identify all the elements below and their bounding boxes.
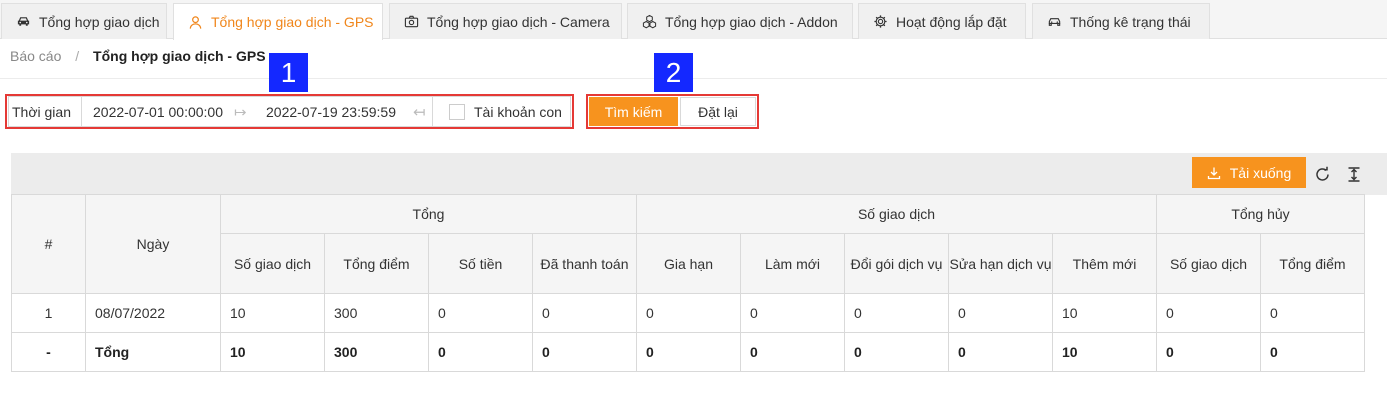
table-cell: 0 bbox=[844, 332, 949, 372]
col-header-date: Ngày bbox=[85, 194, 221, 294]
tab-tong-hop-giao-dich-camera[interactable]: Tổng hợp giao dịch - Camera bbox=[389, 3, 622, 39]
col-header: Tổng điểm bbox=[324, 233, 429, 294]
breadcrumb: Báo cáo / Tổng hợp giao dịch - GPS bbox=[10, 48, 266, 64]
tab-label: Tổng hợp giao dịch - GPS bbox=[211, 14, 374, 30]
table-cell: 10 bbox=[220, 332, 325, 372]
group-header-cancelled: Tổng hủy bbox=[1156, 194, 1365, 234]
table-cell: 10 bbox=[220, 293, 325, 333]
breadcrumb-root[interactable]: Báo cáo bbox=[10, 48, 61, 64]
arrow-left-icon: ↤ bbox=[413, 103, 426, 121]
col-header-index: # bbox=[11, 194, 86, 294]
breadcrumb-separator: / bbox=[75, 48, 80, 64]
table-cell: 10 bbox=[1052, 332, 1157, 372]
arrow-right-icon: ↦ bbox=[234, 103, 247, 121]
transactions-table: # Ngày Tổng Số giao dịch Tổng hủy Số gia… bbox=[11, 194, 1365, 372]
start-date-input[interactable]: 2022-07-01 00:00:00 bbox=[82, 104, 234, 120]
col-header: Làm mới bbox=[740, 233, 845, 294]
sub-account-option[interactable]: Tài khoản con bbox=[432, 97, 562, 126]
refresh-icon[interactable] bbox=[1313, 165, 1331, 183]
user-icon bbox=[187, 14, 203, 30]
download-label: Tải xuống bbox=[1229, 164, 1292, 181]
reset-button[interactable]: Đặt lại bbox=[680, 97, 756, 126]
search-button[interactable]: Tìm kiếm bbox=[589, 97, 678, 126]
download-button[interactable]: Tải xuống bbox=[1192, 157, 1306, 188]
col-header: Đổi gói dịch vụ bbox=[844, 233, 949, 294]
table-cell: 0 bbox=[948, 293, 1053, 333]
table-cell: 300 bbox=[324, 293, 429, 333]
table-cell: 1 bbox=[11, 293, 86, 333]
col-header: Số giao dịch bbox=[220, 233, 325, 294]
col-header: Đã thanh toán bbox=[532, 233, 637, 294]
tab-label: Hoạt động lắp đặt bbox=[896, 13, 1007, 30]
car-icon bbox=[15, 14, 31, 30]
table-cell: 0 bbox=[1260, 332, 1365, 372]
table-cell: 0 bbox=[844, 293, 949, 333]
tab-tong-hop-giao-dich-gps[interactable]: Tổng hợp giao dịch - GPS bbox=[173, 3, 383, 40]
end-date-input[interactable]: 2022-07-19 23:59:59 bbox=[260, 104, 410, 120]
col-header: Sửa hạn dịch vụ bbox=[948, 233, 1053, 294]
table-cell: 10 bbox=[1052, 293, 1157, 333]
annotation-badge-2: 2 bbox=[654, 53, 693, 92]
table-cell: 0 bbox=[1156, 332, 1261, 372]
table-cell: 0 bbox=[428, 293, 533, 333]
tab-label: Thống kê trạng thái bbox=[1070, 13, 1191, 30]
breadcrumb-current: Tổng hợp giao dịch - GPS bbox=[93, 48, 266, 64]
table-cell: 08/07/2022 bbox=[85, 293, 221, 333]
col-header: Số giao dịch bbox=[1156, 233, 1261, 294]
col-header: Tổng điểm bbox=[1260, 233, 1365, 294]
tab-bar: Tổng hợp giao dịch Tổng hợp giao dịch - … bbox=[0, 0, 1387, 40]
tab-label: Tổng hợp giao dịch - Camera bbox=[427, 13, 610, 30]
tab-label: Tổng hợp giao dịch bbox=[39, 13, 160, 30]
table-cell: 0 bbox=[948, 332, 1053, 372]
col-header: Gia hạn bbox=[636, 233, 741, 294]
column-height-icon[interactable] bbox=[1345, 165, 1363, 183]
table-cell: 300 bbox=[324, 332, 429, 372]
table-cell: 0 bbox=[636, 332, 741, 372]
time-label: Thời gian bbox=[9, 97, 82, 126]
car-icon bbox=[1046, 14, 1062, 30]
sub-account-label: Tài khoản con bbox=[474, 103, 562, 120]
col-header: Thêm mới bbox=[1052, 233, 1157, 294]
sub-account-checkbox[interactable] bbox=[449, 103, 465, 120]
cubes-icon bbox=[641, 14, 657, 30]
col-header: Số tiền bbox=[428, 233, 533, 294]
group-header-total: Tổng bbox=[220, 194, 637, 234]
camera-icon bbox=[403, 14, 419, 30]
table-toolbar bbox=[11, 153, 1387, 195]
table-total-row: - Tổng 10 300 0 0 0 0 0 0 10 0 0 bbox=[11, 332, 1365, 372]
tab-thong-ke-trang-thai[interactable]: Thống kê trạng thái bbox=[1032, 3, 1210, 39]
table-cell: 0 bbox=[532, 293, 637, 333]
download-icon bbox=[1207, 166, 1221, 180]
table-cell: 0 bbox=[636, 293, 741, 333]
table-row: 1 08/07/2022 10 300 0 0 0 0 0 0 10 0 0 bbox=[11, 293, 1365, 333]
annotation-badge-1: 1 bbox=[269, 53, 308, 92]
table-cell: - bbox=[11, 332, 86, 372]
table-cell: 0 bbox=[532, 332, 637, 372]
table-cell: 0 bbox=[740, 332, 845, 372]
group-header-transactions: Số giao dịch bbox=[636, 194, 1157, 234]
tab-hoat-dong-lap-dat[interactable]: Hoạt động lắp đặt bbox=[858, 3, 1026, 39]
tab-tong-hop-giao-dich-addon[interactable]: Tổng hợp giao dịch - Addon bbox=[627, 3, 853, 39]
gear-icon bbox=[872, 14, 888, 30]
table-cell: Tổng bbox=[85, 332, 221, 372]
table-cell: 0 bbox=[428, 332, 533, 372]
tab-label: Tổng hợp giao dịch - Addon bbox=[665, 13, 838, 30]
table-cell: 0 bbox=[1260, 293, 1365, 333]
tab-tong-hop-giao-dich[interactable]: Tổng hợp giao dịch bbox=[1, 3, 167, 39]
time-range-filter: Thời gian 2022-07-01 00:00:00 ↦ 2022-07-… bbox=[8, 96, 571, 127]
divider bbox=[0, 78, 1387, 79]
table-cell: 0 bbox=[740, 293, 845, 333]
table-cell: 0 bbox=[1156, 293, 1261, 333]
